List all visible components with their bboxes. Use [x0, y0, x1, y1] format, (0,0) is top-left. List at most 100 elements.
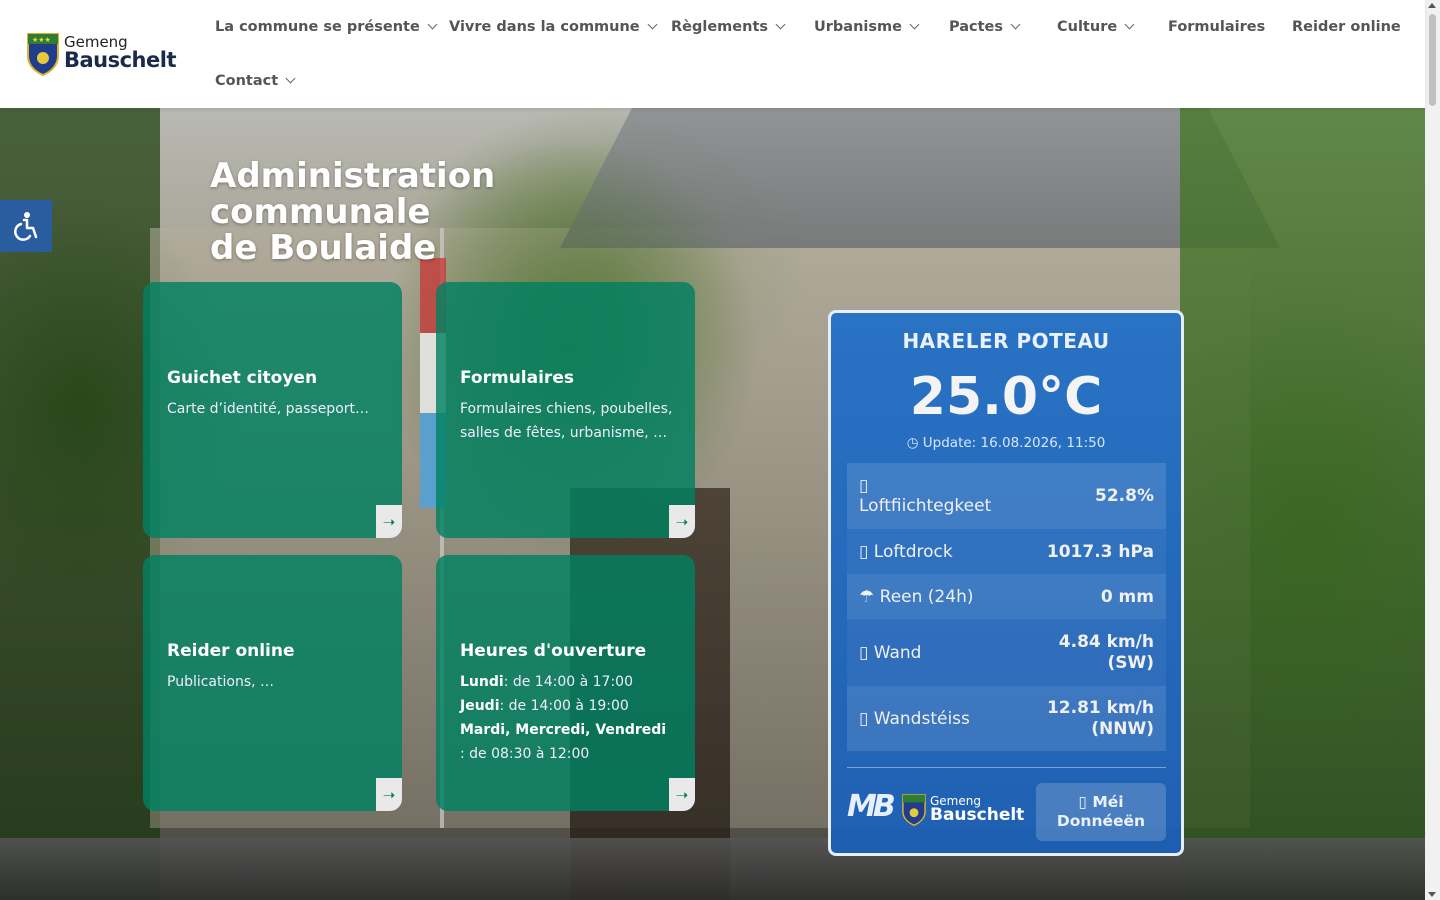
scrollbar-thumb[interactable] [1429, 14, 1436, 106]
weather-temperature: 25.0°C [909, 367, 1103, 427]
weather-footer: MB Gemeng Bauschelt ▯ Méi Donnéeën [847, 779, 1166, 841]
weather-row-pressure: ▯ Loftdrock 1017.3 hPa [847, 529, 1166, 574]
weather-row-label: ▯ Wand [859, 643, 921, 663]
wind-icon: ▯ [859, 642, 874, 663]
weather-widget: HARELER POTEAU 25.0°C ◷ Update: 16.08.20… [828, 310, 1184, 856]
more-data-text: Méi Donnéeën [1056, 793, 1146, 830]
nav-label: Contact [215, 73, 279, 89]
hours-line: Jeudi: de 14:00 à 19:00 [460, 694, 675, 718]
nav-vivre[interactable]: Vivre dans la commune [449, 17, 658, 37]
nav-label: La commune se présente [215, 19, 420, 35]
arrow-right-icon[interactable]: ➝ [669, 778, 695, 811]
umbrella-icon: ☂ [859, 586, 880, 607]
nav-label: Formulaires [1168, 19, 1266, 35]
nav-pactes[interactable]: Pactes [949, 17, 1021, 37]
card-guichet-citoyen[interactable]: Guichet citoyen Carte d’identité, passep… [143, 282, 402, 538]
weather-update: ◷ Update: 16.08.2026, 11:50 [831, 435, 1181, 451]
coat-of-arms-icon [902, 794, 926, 826]
chevron-down-icon [775, 19, 786, 30]
chevron-down-icon [285, 73, 296, 84]
pressure-icon: ▯ [859, 541, 874, 562]
accessibility-button[interactable] [0, 200, 52, 252]
page-title-line2: de Boulaide [210, 228, 437, 268]
hours-day: Mardi, Mercredi, Vendredi [460, 722, 667, 738]
weather-divider [847, 767, 1166, 768]
nav-urbanisme[interactable]: Urbanisme [814, 17, 920, 37]
weather-value: 4.84 km/h (SW) [1058, 631, 1154, 673]
weather-label: Loftfiichtegkeet [859, 496, 992, 516]
hero-bg-steps [0, 838, 1425, 900]
site-logo[interactable]: ★★★ Gemeng Bauschelt [26, 28, 177, 78]
nav-label: Culture [1057, 19, 1118, 35]
weather-label: Loftdrock [873, 541, 953, 562]
chart-icon: ▯ [1078, 793, 1093, 811]
card-desc: Publications, … [167, 674, 275, 690]
weather-location: HARELER POTEAU [902, 329, 1110, 353]
chevron-down-icon [1010, 19, 1021, 30]
site-header: ★★★ Gemeng Bauschelt La commune se prése… [0, 0, 1425, 108]
hours-day: Jeudi [460, 698, 500, 714]
weather-value: 12.81 km/h (NNW) [1046, 697, 1154, 739]
hours-time: : de 08:30 à 12:00 [460, 746, 590, 762]
weather-footer-wordmark: Gemeng Bauschelt [930, 795, 1024, 824]
hours-line: Lundi: de 14:00 à 17:00 [460, 670, 675, 694]
chevron-down-icon [1124, 19, 1135, 30]
nav-culture[interactable]: Culture [1057, 17, 1135, 37]
card-formulaires[interactable]: Formulaires Formulaires chiens, poubelle… [436, 282, 695, 538]
nav-formulaires[interactable]: Formulaires [1168, 17, 1265, 37]
nav-label: Urbanisme [814, 19, 902, 35]
logo-line2: Bauschelt [63, 48, 177, 72]
nav-reglements[interactable]: Règlements [671, 17, 786, 37]
weather-row-label: ▯ Loftfiichtegkeet [859, 476, 991, 516]
nav-la-commune[interactable]: La commune se présente [215, 17, 438, 37]
more-data-label: ▯ Méi Donnéeën [1036, 793, 1166, 831]
weather-row-label: ▯ Loftdrock [859, 542, 953, 562]
hero-section: Administration communale de Boulaide Gui… [0, 108, 1425, 900]
nav-contact[interactable]: Contact [215, 71, 296, 91]
weather-label: Wand [873, 642, 922, 663]
weather-row-humidity: ▯ Loftfiichtegkeet 52.8% [847, 463, 1166, 529]
card-reider-online[interactable]: Reider online Publications, … ➝ [143, 555, 402, 811]
hours-time: : de 14:00 à 19:00 [499, 698, 629, 714]
weather-row-label: ☂ Reen (24h) [859, 587, 973, 607]
weather-row-label: ▯ Wandstéiss [859, 709, 970, 729]
nav-reider-online[interactable]: Reider online [1292, 17, 1401, 37]
nav-label: Vivre dans la commune [449, 19, 640, 35]
clock-icon: ◷ [906, 435, 923, 451]
arrow-right-icon[interactable]: ➝ [669, 505, 695, 538]
weather-value: 1017.3 hPa [1046, 541, 1154, 562]
opening-hours: Lundi: de 14:00 à 17:00 Jeudi: de 14:00 … [460, 670, 675, 766]
weather-row-rain: ☂ Reen (24h) 0 mm [847, 574, 1166, 619]
card-heures-ouverture[interactable]: Heures d'ouverture Lundi: de 14:00 à 17:… [436, 555, 695, 811]
arrow-right-icon[interactable]: ➝ [376, 505, 402, 538]
card-title: Reider online [167, 641, 295, 661]
page-scrollbar[interactable] [1425, 0, 1440, 900]
scroll-up-icon[interactable] [1428, 3, 1436, 8]
gust-icon: ▯ [859, 708, 874, 729]
hours-line: Mardi, Mercredi, Vendredi : de 08:30 à 1… [460, 718, 675, 766]
arrow-right-icon[interactable]: ➝ [376, 778, 402, 811]
weather-rows: ▯ Loftfiichtegkeet 52.8% ▯ Loftdrock 101… [847, 463, 1166, 751]
nav-label: Règlements [671, 19, 769, 35]
hours-time: : de 14:00 à 17:00 [503, 674, 633, 690]
page-title-line1: Administration communale [210, 156, 496, 232]
nav-label: Pactes [949, 19, 1004, 35]
weather-footer-logo: Gemeng Bauschelt [901, 792, 1024, 826]
mb-logo: MB [847, 789, 896, 824]
humidity-icon: ▯ [859, 476, 869, 496]
weather-label: Reen (24h) [879, 586, 974, 607]
more-data-button[interactable]: ▯ Méi Donnéeën [1036, 783, 1166, 841]
card-desc: Formulaires chiens, poubelles, salles de… [460, 401, 673, 441]
logo-wordmark: Gemeng Bauschelt [63, 35, 177, 72]
accessibility-icon [14, 212, 38, 241]
card-title: Heures d'ouverture [460, 641, 647, 661]
card-title: Guichet citoyen [167, 368, 318, 388]
hours-day: Lundi [460, 674, 504, 690]
weather-value: 52.8% [1095, 486, 1154, 506]
weather-row-wind: ▯ Wand 4.84 km/h (SW) [847, 619, 1166, 686]
svg-text:★★★: ★★★ [32, 36, 51, 44]
chevron-down-icon [647, 19, 658, 30]
scroll-down-icon[interactable] [1428, 892, 1436, 897]
weather-update-text: Update: 16.08.2026, 11:50 [922, 435, 1106, 451]
chevron-down-icon [427, 19, 438, 30]
